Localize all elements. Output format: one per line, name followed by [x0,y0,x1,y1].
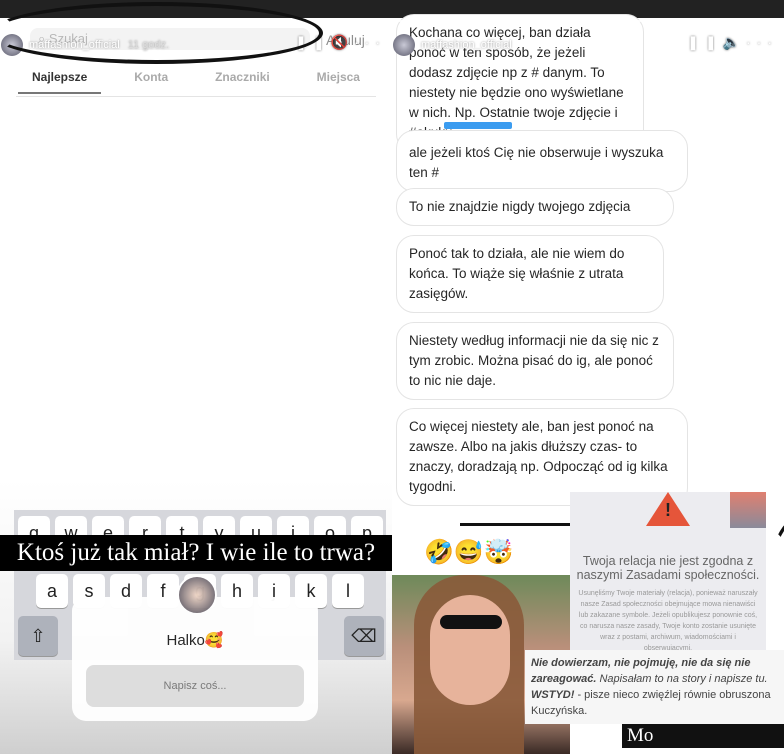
chat-bubble: ale jeżeli ktoś Cię nie obserwuje i wysz… [396,130,688,192]
notice-body: Usunęliśmy Twoje materiały (relacja), po… [578,590,758,652]
card-avatar [177,575,217,615]
chat-bubble: Niestety według informacji nie da się ni… [396,322,674,400]
divider [460,523,570,526]
key-a[interactable]: a [36,574,68,608]
search-tabs: Najlepsze Konta Znaczniki Miejsca [18,70,374,94]
chat-bubble: To nie znajdzie nigdy twojego zdjęcia [396,188,674,226]
more-icon[interactable]: ··· [746,34,778,50]
emoji-reaction: 🤣😅🤯 [424,539,514,566]
story-caption: Ktoś już tak miał? I wie ile to trwa? [0,535,392,571]
card-message: Halko🥰 [166,632,224,649]
tab-best[interactable]: Najlepsze [18,70,102,94]
volume-icon[interactable]: 🔈 [723,34,746,50]
tab-places[interactable]: Miejsca [303,70,374,94]
right-story-panel: Kochana co więcej, ban działa ponoć w te… [392,0,784,754]
quote-shout: WSTYD! [531,689,575,701]
mute-icon[interactable]: 🔇 [331,34,354,50]
backspace-key[interactable]: ⌫ [344,616,384,656]
drawn-oval-annotation [0,2,323,64]
photo-face [430,595,510,705]
divider [16,96,376,97]
shift-key[interactable]: ⇧ [18,616,58,656]
blurred-avatar [730,492,766,528]
username[interactable]: maffashion_official [421,39,512,51]
overlay-text: Mo [622,724,784,748]
reply-input[interactable]: Napisz coś... [86,665,304,707]
story-controls: ❚❚🔈··· [687,34,778,51]
story-progress [396,20,780,22]
quote-italic: Napisałam to na story i napisze tu. [596,673,768,685]
key-l[interactable]: l [332,574,364,608]
more-icon[interactable]: ··· [354,34,386,50]
avatar[interactable] [393,34,415,56]
left-story-panel: ⌕ Szukaj Anuluj maffashion_official 11 g… [0,0,392,754]
tab-tags[interactable]: Znaczniki [201,70,284,94]
article-quote: Nie dowierzam, nie pojmuję, nie da się n… [525,650,784,724]
sunglasses [440,615,502,629]
notice-title: Twoja relacja nie jest zgodna z naszymi … [576,554,760,582]
pause-icon[interactable]: ❚❚ [687,34,722,50]
reply-card: Halko🥰 Napisz coś... [72,575,318,721]
tab-accounts[interactable]: Konta [120,70,182,94]
chat-bubble: Ponoć tak to działa, ale nie wiem do koń… [396,235,664,313]
warning-icon: ! [646,492,690,526]
label-tag [444,122,512,129]
